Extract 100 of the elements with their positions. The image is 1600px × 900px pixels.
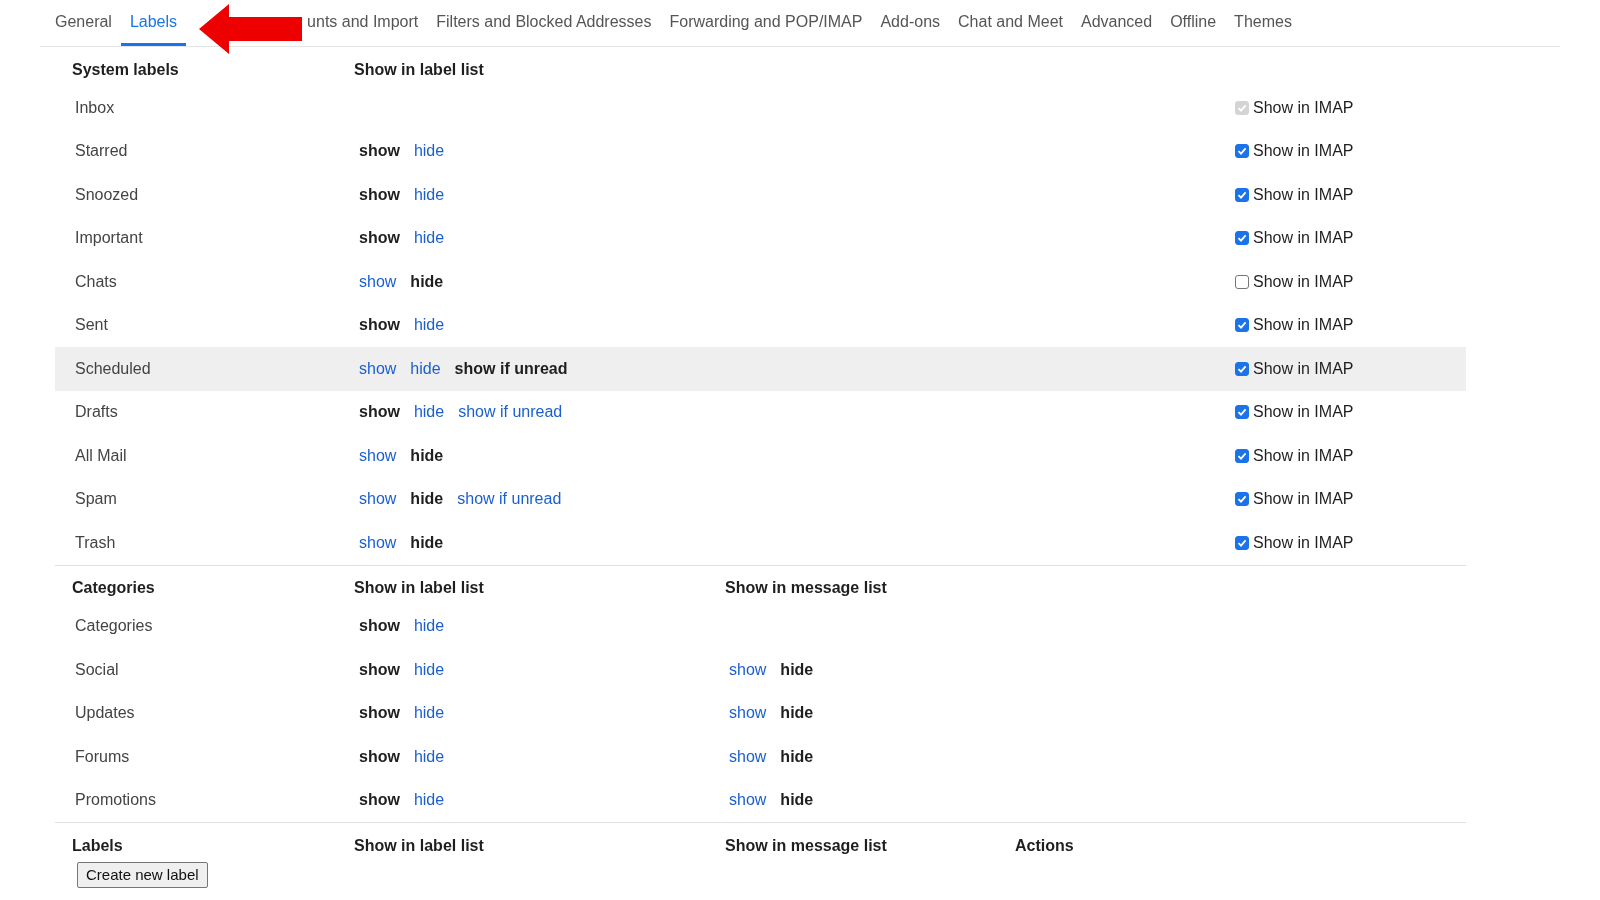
option-link[interactable]: show bbox=[356, 269, 400, 294]
label-name: All Mail bbox=[74, 445, 128, 466]
settings-tab[interactable]: Forwarding and POP/IMAP bbox=[660, 0, 872, 46]
option-link[interactable]: hide bbox=[410, 400, 448, 425]
imap-label: Show in IMAP bbox=[1253, 97, 1354, 118]
option-link[interactable]: hide bbox=[410, 744, 448, 769]
settings-tab[interactable]: Labels bbox=[120, 0, 187, 46]
option-link[interactable]: show bbox=[726, 657, 770, 682]
imap-checkbox[interactable] bbox=[1235, 405, 1249, 420]
label-name: Drafts bbox=[74, 402, 119, 423]
section-heading: System labels bbox=[71, 59, 180, 80]
option-link[interactable]: show bbox=[356, 487, 400, 512]
label-name: Scheduled bbox=[74, 358, 152, 379]
option-current: show bbox=[358, 141, 401, 162]
option-current: show bbox=[358, 616, 401, 637]
imap-checkbox[interactable] bbox=[1235, 144, 1249, 159]
imap-label: Show in IMAP bbox=[1253, 489, 1354, 510]
label-name: Chats bbox=[74, 271, 118, 292]
option-link[interactable]: show bbox=[356, 530, 400, 555]
option-current: hide bbox=[779, 703, 815, 724]
column-heading: Show in message list bbox=[725, 835, 888, 856]
imap-label: Show in IMAP bbox=[1253, 228, 1354, 249]
imap-checkbox[interactable] bbox=[1235, 318, 1249, 333]
option-link[interactable]: show bbox=[356, 443, 400, 468]
imap-checkbox[interactable] bbox=[1235, 361, 1249, 376]
option-link[interactable]: show bbox=[726, 744, 770, 769]
category-name: Updates bbox=[74, 703, 136, 724]
imap-checkbox[interactable] bbox=[1235, 274, 1249, 289]
option-current: hide bbox=[409, 271, 445, 292]
option-current: show bbox=[358, 659, 401, 680]
option-link[interactable]: hide bbox=[410, 701, 448, 726]
category-name: Social bbox=[74, 659, 120, 680]
option-current: show bbox=[358, 790, 401, 811]
option-current: hide bbox=[409, 489, 445, 510]
option-current: show bbox=[358, 402, 401, 423]
check-icon bbox=[1237, 450, 1247, 461]
arrow-annotation-icon bbox=[199, 4, 302, 54]
option-link[interactable]: hide bbox=[410, 788, 448, 813]
imap-checkbox[interactable] bbox=[1235, 231, 1249, 246]
settings-tab[interactable]: Add-ons bbox=[871, 0, 950, 46]
option-link[interactable]: hide bbox=[407, 356, 444, 381]
option-link[interactable]: show bbox=[726, 788, 770, 813]
imap-checkbox[interactable] bbox=[1235, 535, 1249, 550]
label-name: Important bbox=[74, 228, 144, 249]
option-current: show bbox=[358, 184, 401, 205]
imap-checkbox[interactable] bbox=[1235, 448, 1249, 463]
option-link[interactable]: hide bbox=[410, 182, 448, 207]
option-link[interactable]: show bbox=[726, 701, 770, 726]
check-icon bbox=[1237, 233, 1247, 244]
imap-label: Show in IMAP bbox=[1253, 445, 1354, 466]
check-icon bbox=[1237, 537, 1247, 548]
check-icon bbox=[1237, 407, 1247, 418]
option-link[interactable]: hide bbox=[410, 139, 448, 164]
option-link[interactable]: show bbox=[356, 356, 400, 381]
settings-tab[interactable]: Offline bbox=[1161, 0, 1226, 46]
column-heading: Show in label list bbox=[354, 578, 485, 598]
check-icon bbox=[1237, 494, 1247, 505]
option-current: show if unread bbox=[453, 358, 569, 379]
label-name: Sent bbox=[74, 315, 109, 336]
option-current: hide bbox=[779, 659, 815, 680]
imap-label: Show in IMAP bbox=[1253, 184, 1354, 205]
option-link[interactable]: show if unread bbox=[455, 400, 566, 425]
label-name: Inbox bbox=[74, 97, 116, 118]
check-icon bbox=[1237, 146, 1247, 157]
option-link[interactable]: hide bbox=[410, 226, 448, 251]
category-name: Categories bbox=[74, 616, 154, 637]
check-icon bbox=[1237, 189, 1247, 200]
imap-label: Show in IMAP bbox=[1253, 271, 1354, 292]
settings-tab[interactable]: Chat and Meet bbox=[949, 0, 1072, 46]
column-heading: Show in label list bbox=[354, 59, 484, 80]
settings-tab[interactable]: Filters and Blocked Addresses bbox=[427, 0, 661, 46]
imap-checkbox[interactable] bbox=[1235, 187, 1249, 202]
imap-label: Show in IMAP bbox=[1253, 315, 1354, 336]
option-link[interactable]: hide bbox=[410, 657, 448, 682]
label-name: Spam bbox=[74, 489, 118, 510]
settings-tab[interactable]: General bbox=[46, 0, 121, 46]
option-link[interactable]: show if unread bbox=[454, 487, 565, 512]
check-icon bbox=[1237, 320, 1247, 331]
settings-tab[interactable]: unts and Import bbox=[298, 0, 428, 46]
option-current: show bbox=[358, 703, 401, 724]
column-heading: Actions bbox=[1015, 835, 1074, 856]
option-link[interactable]: hide bbox=[410, 313, 448, 338]
label-name: Trash bbox=[74, 532, 117, 553]
create-label-button[interactable]: Create new label bbox=[77, 862, 208, 888]
option-current: hide bbox=[409, 445, 445, 466]
settings-tab[interactable]: Themes bbox=[1225, 0, 1301, 46]
option-current: show bbox=[358, 315, 401, 336]
label-name: Snoozed bbox=[74, 184, 140, 205]
imap-label: Show in IMAP bbox=[1253, 141, 1354, 162]
option-link[interactable]: hide bbox=[410, 614, 448, 639]
settings-tab[interactable]: Advanced bbox=[1072, 0, 1162, 46]
option-current: show bbox=[358, 746, 401, 767]
column-heading: Show in label list bbox=[354, 835, 485, 856]
option-current: hide bbox=[779, 790, 815, 811]
section-heading: Labels bbox=[71, 835, 124, 856]
category-name: Promotions bbox=[74, 790, 157, 811]
option-current: hide bbox=[779, 746, 815, 767]
imap-label: Show in IMAP bbox=[1253, 532, 1354, 553]
imap-label: Show in IMAP bbox=[1253, 402, 1354, 423]
imap-checkbox[interactable] bbox=[1235, 492, 1249, 507]
